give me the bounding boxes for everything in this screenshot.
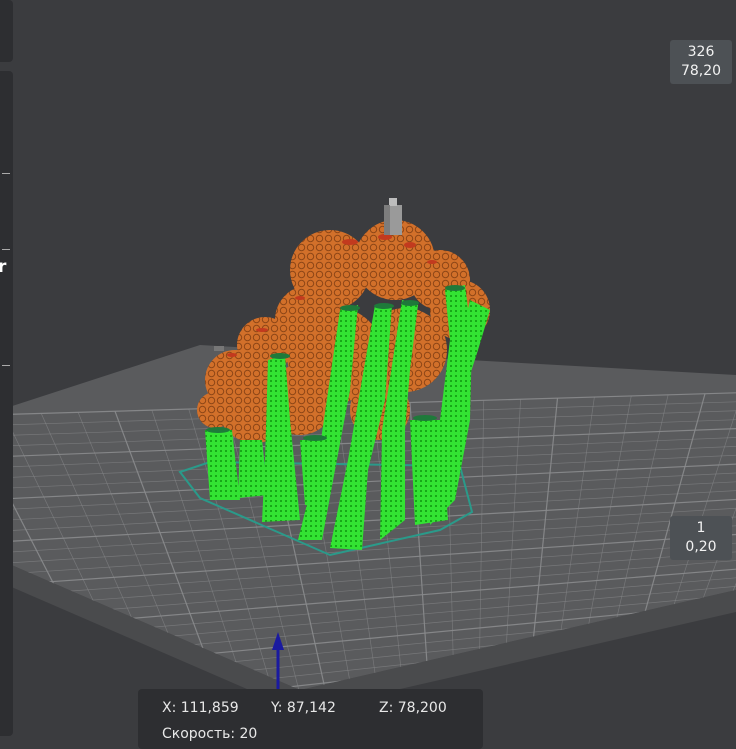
z-coordinate: Z: 78,200 (379, 700, 447, 716)
sidebar-panel-top (0, 0, 13, 62)
sidebar-panel: r (0, 71, 13, 736)
top-layer-height: 78,20 (670, 62, 732, 81)
sidebar-divider (2, 173, 10, 174)
nozzle-icon (384, 198, 402, 235)
layer-slider-bottom-handle[interactable]: 1 0,20 (670, 516, 732, 560)
sidebar-divider (2, 365, 10, 366)
bottom-layer-height: 0,20 (670, 538, 732, 557)
bed-marker (214, 346, 224, 351)
bottom-layer-number: 1 (670, 519, 732, 538)
print-preview-scene[interactable] (0, 0, 736, 736)
3d-preview-viewport[interactable]: r 326 78,20 1 0,20 X: 111,859 Y: 87,142 … (0, 0, 736, 736)
x-coordinate: X: 111,859 (162, 700, 239, 716)
position-readout-panel: X: 111,859 Y: 87,142 Z: 78,200 Скорость:… (138, 689, 483, 749)
speed-readout: Скорость: 20 (162, 726, 257, 742)
y-coordinate: Y: 87,142 (271, 700, 336, 716)
sidebar-divider (2, 249, 10, 250)
sidebar-truncated-label: r (0, 257, 6, 277)
layer-slider-top-handle[interactable]: 326 78,20 (670, 40, 732, 84)
top-layer-number: 326 (670, 43, 732, 62)
